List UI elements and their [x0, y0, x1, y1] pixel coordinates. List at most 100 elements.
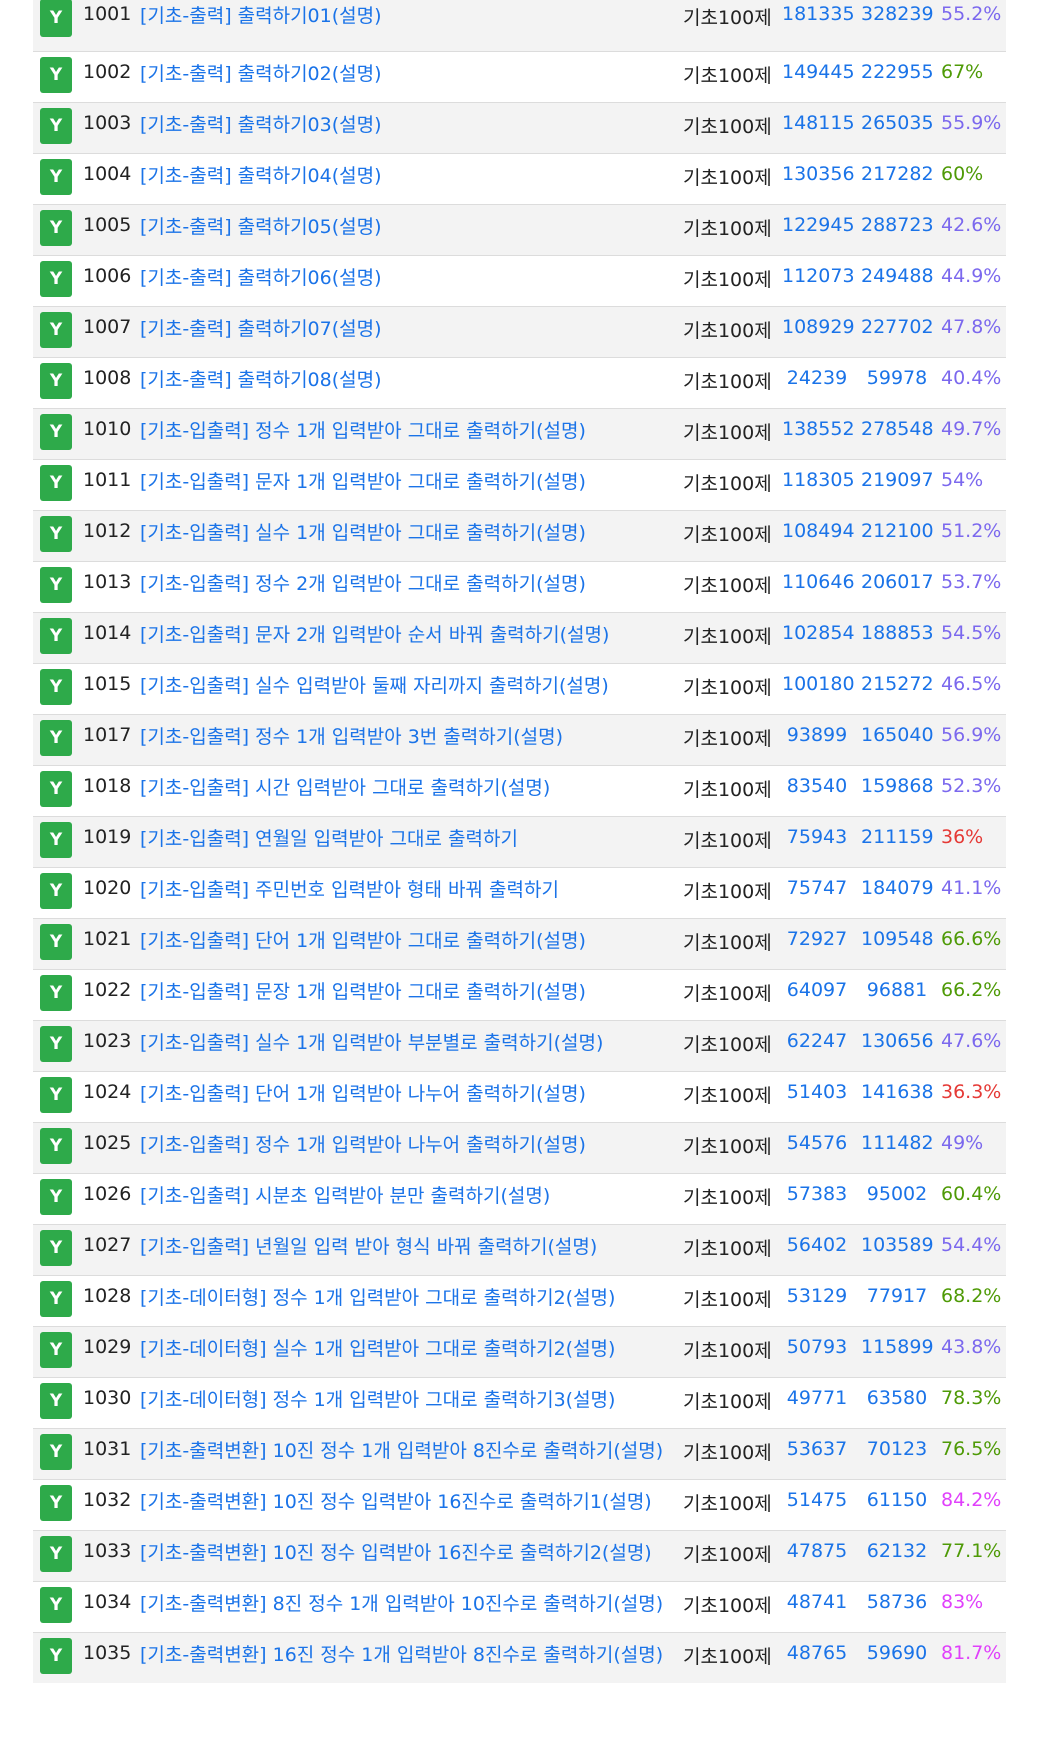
- problem-title-link[interactable]: [기초-입출력] 주민번호 입력받아 형태 바꿔 출력하기: [140, 868, 680, 913]
- submission-count-link[interactable]: 59690: [861, 1642, 933, 1664]
- problem-title-link[interactable]: [기초-입출력] 실수 입력받아 둘째 자리까지 출력하기(설명): [140, 664, 680, 709]
- submission-count-link[interactable]: 111482: [861, 1132, 934, 1154]
- problem-title-link[interactable]: [기초-출력] 출력하기06(설명): [140, 256, 680, 301]
- solved-count-link[interactable]: 47875: [782, 1540, 852, 1562]
- solved-count-link[interactable]: 56402: [782, 1234, 852, 1256]
- submission-count-link[interactable]: 184079: [861, 877, 934, 899]
- problem-title-link[interactable]: [기초-입출력] 문자 1개 입력받아 그대로 출력하기(설명): [140, 460, 680, 505]
- submission-count-link[interactable]: 249488: [861, 265, 934, 287]
- problem-title-link[interactable]: [기초-입출력] 정수 1개 입력받아 3번 출력하기(설명): [140, 715, 680, 760]
- problem-title-link[interactable]: [기초-입출력] 시분초 입력받아 분만 출력하기(설명): [140, 1174, 680, 1219]
- problem-title-link[interactable]: [기초-출력] 출력하기01(설명): [140, 0, 680, 39]
- solved-count-link[interactable]: 72927: [782, 928, 852, 950]
- solved-count-link[interactable]: 51403: [782, 1081, 852, 1103]
- submission-count-link[interactable]: 115899: [861, 1336, 934, 1358]
- submission-count-link[interactable]: 70123: [861, 1438, 933, 1460]
- submission-count-link[interactable]: 212100: [861, 520, 934, 542]
- submission-count-link[interactable]: 141638: [861, 1081, 934, 1103]
- problem-title-link[interactable]: [기초-출력] 출력하기08(설명): [140, 358, 680, 403]
- solved-count-link[interactable]: 48741: [782, 1591, 852, 1613]
- submission-count-link[interactable]: 288723: [861, 214, 934, 236]
- submission-count-link[interactable]: 58736: [861, 1591, 933, 1613]
- submission-count-link[interactable]: 62132: [861, 1540, 933, 1562]
- submission-count-link[interactable]: 215272: [861, 673, 934, 695]
- solved-count-link[interactable]: 149445: [782, 61, 855, 83]
- problem-title-link[interactable]: [기초-데이터형] 정수 1개 입력받아 그대로 출력하기2(설명): [140, 1276, 680, 1321]
- solved-count-link[interactable]: 102854: [782, 622, 855, 644]
- problem-title-link[interactable]: [기초-입출력] 정수 1개 입력받아 나누어 출력하기(설명): [140, 1123, 680, 1168]
- problem-title-link[interactable]: [기초-출력변환] 10진 정수 입력받아 16진수로 출력하기1(설명): [140, 1480, 680, 1525]
- submission-count-link[interactable]: 96881: [861, 979, 933, 1001]
- solved-count-link[interactable]: 112073: [782, 265, 855, 287]
- problem-title-link[interactable]: [기초-출력변환] 10진 정수 1개 입력받아 8진수로 출력하기(설명): [140, 1429, 680, 1474]
- submission-count-link[interactable]: 77917: [861, 1285, 933, 1307]
- submission-count-link[interactable]: 222955: [861, 61, 934, 83]
- problem-title-link[interactable]: [기초-출력변환] 16진 정수 1개 입력받아 8진수로 출력하기(설명): [140, 1633, 680, 1678]
- solved-count-link[interactable]: 138552: [782, 418, 855, 440]
- problem-title-link[interactable]: [기초-데이터형] 정수 1개 입력받아 그대로 출력하기3(설명): [140, 1378, 680, 1423]
- solved-count-link[interactable]: 83540: [782, 775, 852, 797]
- solved-count-link[interactable]: 75943: [782, 826, 852, 848]
- problem-title-link[interactable]: [기초-출력] 출력하기05(설명): [140, 205, 680, 250]
- submission-count-link[interactable]: 219097: [861, 469, 934, 491]
- solved-count-link[interactable]: 118305: [782, 469, 855, 491]
- problem-title-link[interactable]: [기초-입출력] 년월일 입력 받아 형식 바꿔 출력하기(설명): [140, 1225, 680, 1270]
- problem-title-link[interactable]: [기초-입출력] 연월일 입력받아 그대로 출력하기: [140, 817, 680, 862]
- solved-count-link[interactable]: 57383: [782, 1183, 852, 1205]
- submission-count-link[interactable]: 328239: [861, 3, 934, 25]
- solved-count-link[interactable]: 62247: [782, 1030, 852, 1052]
- problem-title-link[interactable]: [기초-입출력] 정수 2개 입력받아 그대로 출력하기(설명): [140, 562, 680, 607]
- problem-title-link[interactable]: [기초-출력변환] 10진 정수 입력받아 16진수로 출력하기2(설명): [140, 1531, 680, 1576]
- submission-count-link[interactable]: 188853: [861, 622, 934, 644]
- submission-count-link[interactable]: 130656: [861, 1030, 934, 1052]
- solved-count-link[interactable]: 148115: [782, 112, 855, 134]
- problem-title-link[interactable]: [기초-출력] 출력하기04(설명): [140, 154, 680, 199]
- problem-title-link[interactable]: [기초-입출력] 단어 1개 입력받아 나누어 출력하기(설명): [140, 1072, 680, 1117]
- submission-count-link[interactable]: 109548: [861, 928, 934, 950]
- solved-count-link[interactable]: 122945: [782, 214, 855, 236]
- problem-title-link[interactable]: [기초-출력] 출력하기02(설명): [140, 52, 680, 97]
- solved-count-link[interactable]: 130356: [782, 163, 855, 185]
- problem-title-link[interactable]: [기초-데이터형] 실수 1개 입력받아 그대로 출력하기2(설명): [140, 1327, 680, 1372]
- problem-title-link[interactable]: [기초-입출력] 문자 2개 입력받아 순서 바꿔 출력하기(설명): [140, 613, 680, 658]
- solved-count-link[interactable]: 48765: [782, 1642, 852, 1664]
- solved-count-link[interactable]: 50793: [782, 1336, 852, 1358]
- solved-count-link[interactable]: 108929: [782, 316, 855, 338]
- problem-title-link[interactable]: [기초-입출력] 실수 1개 입력받아 그대로 출력하기(설명): [140, 511, 680, 556]
- table-row: Y 1014 [기초-입출력] 문자 2개 입력받아 순서 바꿔 출력하기(설명) 기…: [33, 612, 1006, 663]
- solved-count-link[interactable]: 53637: [782, 1438, 852, 1460]
- submission-count-link[interactable]: 159868: [861, 775, 934, 797]
- solved-count-link[interactable]: 75747: [782, 877, 852, 899]
- submission-count-link[interactable]: 278548: [861, 418, 934, 440]
- submission-count-link[interactable]: 206017: [861, 571, 934, 593]
- problem-title-link[interactable]: [기초-입출력] 실수 1개 입력받아 부분별로 출력하기(설명): [140, 1021, 680, 1066]
- solved-count-link[interactable]: 108494: [782, 520, 855, 542]
- solved-count-link[interactable]: 64097: [782, 979, 852, 1001]
- submission-count-link[interactable]: 95002: [861, 1183, 933, 1205]
- solved-count-link[interactable]: 24239: [782, 367, 852, 389]
- submission-count-link[interactable]: 63580: [861, 1387, 933, 1409]
- solved-count-link[interactable]: 93899: [782, 724, 852, 746]
- problem-title-link[interactable]: [기초-출력] 출력하기03(설명): [140, 103, 680, 148]
- solved-count-link[interactable]: 53129: [782, 1285, 852, 1307]
- problem-title-link[interactable]: [기초-출력변환] 8진 정수 1개 입력받아 10진수로 출력하기(설명): [140, 1582, 680, 1627]
- submission-count-link[interactable]: 217282: [861, 163, 934, 185]
- solved-count-link[interactable]: 110646: [782, 571, 855, 593]
- submission-count-link[interactable]: 61150: [861, 1489, 933, 1511]
- solved-count-link[interactable]: 54576: [782, 1132, 852, 1154]
- submission-count-link[interactable]: 227702: [861, 316, 934, 338]
- solved-count-link[interactable]: 49771: [782, 1387, 852, 1409]
- problem-title-link[interactable]: [기초-출력] 출력하기07(설명): [140, 307, 680, 352]
- submission-count-link[interactable]: 59978: [861, 367, 933, 389]
- solved-count-link[interactable]: 100180: [782, 673, 855, 695]
- submission-count-link[interactable]: 103589: [861, 1234, 934, 1256]
- submission-count-link[interactable]: 265035: [861, 112, 934, 134]
- problem-title-link[interactable]: [기초-입출력] 문장 1개 입력받아 그대로 출력하기(설명): [140, 970, 680, 1015]
- solved-count-link[interactable]: 181335: [782, 3, 855, 25]
- submission-count-link[interactable]: 165040: [861, 724, 934, 746]
- problem-title-link[interactable]: [기초-입출력] 시간 입력받아 그대로 출력하기(설명): [140, 766, 680, 811]
- submission-count-link[interactable]: 211159: [861, 826, 934, 848]
- solved-count-link[interactable]: 51475: [782, 1489, 852, 1511]
- problem-title-link[interactable]: [기초-입출력] 단어 1개 입력받아 그대로 출력하기(설명): [140, 919, 680, 964]
- problem-title-link[interactable]: [기초-입출력] 정수 1개 입력받아 그대로 출력하기(설명): [140, 409, 680, 454]
